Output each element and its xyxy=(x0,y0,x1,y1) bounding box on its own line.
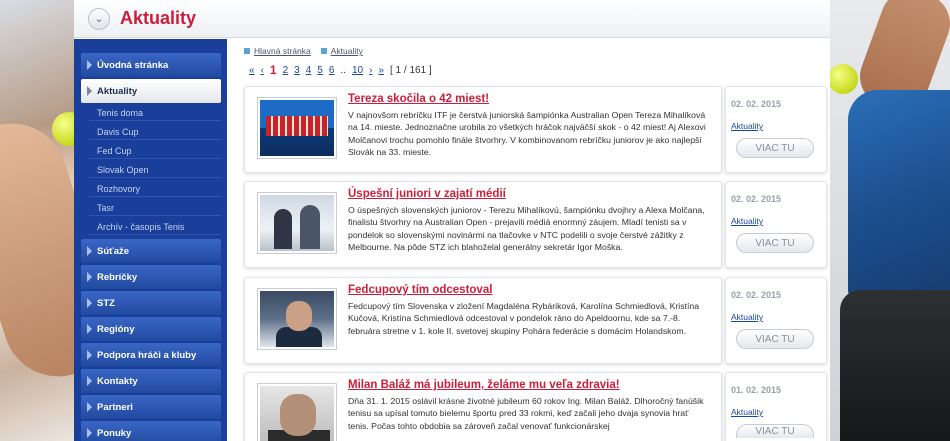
article-image xyxy=(260,291,334,347)
article-excerpt: V najnovšom rebríčku ITF je čerstvá juni… xyxy=(348,110,706,157)
read-more-button[interactable]: VIAC TU xyxy=(736,329,814,349)
breadcrumb-current-label: Aktuality xyxy=(330,46,363,56)
sidebar-item-kontakty[interactable]: Kontakty xyxy=(81,369,221,393)
person-graphic xyxy=(274,209,292,249)
pager-page[interactable]: 10 xyxy=(352,65,363,76)
article-thumbnail[interactable] xyxy=(257,192,337,254)
pager-position: [ 1 / 161 ] xyxy=(390,64,432,76)
article-category-link[interactable]: Aktuality xyxy=(731,312,763,322)
read-more-button[interactable]: VIAC TU xyxy=(736,138,814,158)
article-card: Úspešní juniori v zajatí médií O úspešný… xyxy=(244,181,722,268)
tennis-ball-graphic xyxy=(830,64,858,94)
sidebar-subitem-rozhovory[interactable]: Rozhovory xyxy=(89,181,221,197)
article-item: Fedcupový tím odcestoval Fedcupový tím S… xyxy=(244,277,829,364)
read-more-button[interactable]: VIAC TU xyxy=(736,233,814,253)
article-title-link[interactable]: Fedcupový tím odcestoval xyxy=(348,284,492,296)
sidebar-item-stz[interactable]: STZ xyxy=(81,291,221,315)
pager-page[interactable]: 2 xyxy=(283,65,289,76)
face-graphic xyxy=(280,394,316,436)
article-image xyxy=(260,386,334,441)
team-photo-graphic xyxy=(266,116,328,136)
article-image xyxy=(260,195,334,251)
chevron-down-icon[interactable]: ⌄ xyxy=(88,7,110,30)
article-date: 02. 02. 2015 xyxy=(731,99,782,109)
article-card: Fedcupový tím odcestoval Fedcupový tím S… xyxy=(244,277,722,364)
left-photo-banner xyxy=(0,0,74,441)
sidebar-subitem-tasr[interactable]: Tasr xyxy=(89,200,221,216)
breadcrumb-home-label: Hlavná stránka xyxy=(254,46,311,56)
article-excerpt: O úspešných slovenských juniorov - Terez… xyxy=(348,205,705,252)
article-title-link[interactable]: Úspešní juniori v zajatí médií xyxy=(348,188,506,200)
article-excerpt: Fedcupový tím Slovenska v zložení Magdal… xyxy=(348,301,700,336)
article-category-link[interactable]: Aktuality xyxy=(731,407,763,417)
pager-page[interactable]: 3 xyxy=(294,65,300,76)
player-shorts-graphic xyxy=(840,290,950,441)
sidebar-item-partneri[interactable]: Partneri xyxy=(81,395,221,419)
page-header: ⌄ Aktuality xyxy=(74,0,830,38)
article-meta: 02. 02. 2015 Aktuality VIAC TU xyxy=(725,86,827,173)
article-thumbnail[interactable] xyxy=(257,97,337,159)
sidebar-item-rebricky[interactable]: Rebríčky xyxy=(81,265,221,289)
article-date: 01. 02. 2015 xyxy=(731,385,782,395)
sidebar-subitem-davis-cup[interactable]: Davis Cup xyxy=(89,124,221,140)
article-meta: 01. 02. 2015 Aktuality VIAC TU xyxy=(725,372,827,441)
sidebar-item-home[interactable]: Úvodná stránka xyxy=(81,53,221,77)
breadcrumb-current-link[interactable]: Aktuality xyxy=(320,46,363,56)
pager-last[interactable]: » xyxy=(378,65,384,76)
article-meta: 02. 02. 2015 Aktuality VIAC TU xyxy=(725,277,827,364)
bullet-icon xyxy=(320,48,327,54)
article-item: Tereza skočila o 42 miest! V najnovšom r… xyxy=(244,86,829,173)
pager-page[interactable]: 5 xyxy=(317,65,323,76)
pager-page[interactable]: 4 xyxy=(306,65,312,76)
article-meta: 02. 02. 2015 Aktuality VIAC TU xyxy=(725,181,827,268)
right-photo-banner xyxy=(830,0,950,441)
main-content: Hlavná stránka Aktuality « ‹ 1 2 3 4 5 6… xyxy=(244,39,830,441)
pager-prev[interactable]: ‹ xyxy=(261,65,264,76)
article-card: Milan Baláž má jubileum, želáme mu veľa … xyxy=(244,372,722,441)
breadcrumb: Hlavná stránka Aktuality xyxy=(244,41,830,61)
pager-ellipsis: .. xyxy=(340,64,346,76)
sidebar-item-aktuality[interactable]: Aktuality xyxy=(81,79,221,103)
sidebar-item-podpora[interactable]: Podpora hráči a kluby xyxy=(81,343,221,367)
pager-first[interactable]: « xyxy=(249,65,255,76)
article-category-link[interactable]: Aktuality xyxy=(731,121,763,131)
tennis-ball-graphic xyxy=(52,112,74,146)
breadcrumb-home-link[interactable]: Hlavná stránka xyxy=(244,46,311,56)
article-date: 02. 02. 2015 xyxy=(731,290,782,300)
article-category-link[interactable]: Aktuality xyxy=(731,216,763,226)
player-arm-graphic xyxy=(0,109,74,391)
article-title-link[interactable]: Tereza skočila o 42 miest! xyxy=(348,93,489,105)
article-date: 02. 02. 2015 xyxy=(731,194,782,204)
bullet-icon xyxy=(244,48,250,54)
pagination: « ‹ 1 2 3 4 5 6 .. 10 › » [ 1 / 161 ] xyxy=(249,61,830,79)
sidebar-item-sutaze[interactable]: Súťaže xyxy=(81,239,221,263)
face-graphic xyxy=(286,301,312,331)
sidebar-subitem-slovak-open[interactable]: Slovak Open xyxy=(89,162,221,178)
article-thumbnail[interactable] xyxy=(257,383,337,441)
sidebar-subitem-archiv[interactable]: Archív - časopis Tenis xyxy=(89,219,221,235)
page: ⌄ Aktuality Úvodná stránka Aktuality Ten… xyxy=(74,0,830,441)
read-more-button[interactable]: VIAC TU xyxy=(736,424,814,438)
pager-current-page: 1 xyxy=(269,63,277,77)
person-graphic xyxy=(300,205,320,249)
sidebar-subitem-fed-cup[interactable]: Fed Cup xyxy=(89,143,221,159)
sidebar-item-regiony[interactable]: Regióny xyxy=(81,317,221,341)
article-card: Tereza skočila o 42 miest! V najnovšom r… xyxy=(244,86,722,173)
sidebar-item-ponuky[interactable]: Ponuky xyxy=(81,421,221,441)
article-item: Úspešní juniori v zajatí médií O úspešný… xyxy=(244,181,829,268)
sidebar-subitem-tenis-doma[interactable]: Tenis doma xyxy=(89,105,221,121)
pager-next[interactable]: › xyxy=(369,65,372,76)
article-image xyxy=(260,100,334,156)
page-title: Aktuality xyxy=(120,8,197,28)
article-item: Milan Baláž má jubileum, želáme mu veľa … xyxy=(244,372,829,441)
article-excerpt: Dňa 31. 1. 2015 oslávil krásne životné j… xyxy=(348,396,704,431)
player-shirt-graphic xyxy=(848,90,950,300)
article-thumbnail[interactable] xyxy=(257,288,337,350)
pager-page[interactable]: 6 xyxy=(329,65,335,76)
sidebar: Úvodná stránka Aktuality Tenis doma Davi… xyxy=(74,39,227,441)
article-title-link[interactable]: Milan Baláž má jubileum, želáme mu veľa … xyxy=(348,379,620,391)
